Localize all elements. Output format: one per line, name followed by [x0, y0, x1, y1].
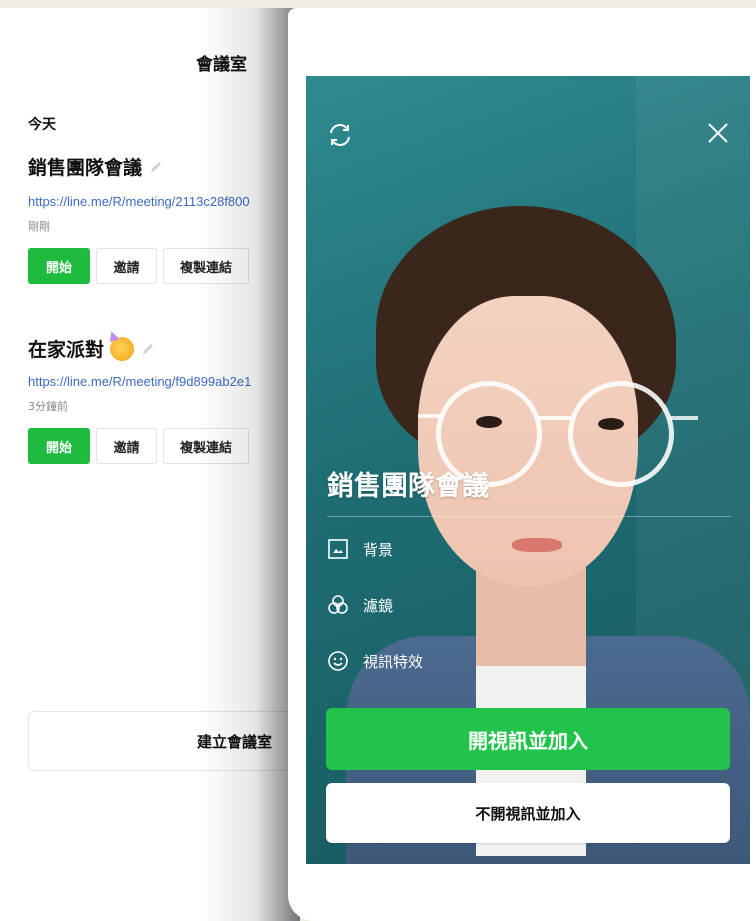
filter-icon — [328, 595, 348, 614]
meeting-actions: 開始 邀請 複製連結 — [28, 248, 249, 284]
meeting-actions: 開始 邀請 複製連結 — [28, 428, 249, 464]
image-icon — [328, 539, 348, 559]
video-effect-option[interactable]: 視訊特效 — [327, 650, 423, 672]
glasses-effect-temple — [418, 414, 440, 418]
invite-button[interactable]: 邀請 — [96, 248, 157, 284]
close-icon[interactable] — [706, 121, 730, 145]
edit-pencil-icon[interactable] — [148, 159, 164, 175]
page-title: 會議室 — [196, 55, 247, 75]
glasses-effect-lens — [568, 381, 674, 487]
glasses-effect-temple — [670, 416, 698, 420]
create-meeting-room-button[interactable]: 建立會議室 — [28, 711, 298, 771]
switch-camera-icon[interactable] — [326, 121, 354, 149]
join-with-video-button[interactable]: 開視訊並加入 — [326, 708, 730, 770]
option-label: 背景 — [363, 540, 394, 559]
start-button[interactable]: 開始 — [28, 248, 90, 284]
option-label: 濾鏡 — [363, 596, 394, 615]
meeting-link[interactable]: https://line.me/R/meeting/f9d899ab2e1 — [28, 374, 290, 389]
meeting-item-title: 銷售團隊會議 — [28, 153, 164, 180]
meeting-list-panel — [0, 8, 300, 921]
copy-link-button[interactable]: 複製連結 — [163, 428, 249, 464]
meeting-link[interactable]: https://line.me/R/meeting/2113c28f800 — [28, 194, 290, 209]
preview-meeting-name: 銷售團隊會議 — [327, 471, 489, 502]
edit-pencil-icon[interactable] — [140, 341, 156, 357]
meeting-name: 在家派對 — [28, 339, 105, 361]
meeting-timestamp: 剛剛 — [28, 220, 50, 233]
invite-button[interactable]: 邀請 — [96, 428, 157, 464]
section-header-today: 今天 — [28, 117, 56, 133]
party-face-emoji-icon — [110, 336, 135, 361]
person-mouth — [512, 538, 562, 552]
join-without-video-button[interactable]: 不開視訊並加入 — [326, 783, 730, 843]
meeting-timestamp: 3分鐘前 — [28, 400, 68, 413]
option-label: 視訊特效 — [363, 652, 424, 671]
meeting-item-title: 在家派對 — [28, 335, 156, 362]
glasses-effect-bridge — [538, 416, 572, 420]
smiley-effect-icon — [328, 651, 348, 671]
divider — [327, 516, 731, 517]
copy-link-button[interactable]: 複製連結 — [163, 248, 249, 284]
background-option[interactable]: 背景 — [327, 538, 393, 560]
filter-option[interactable]: 濾鏡 — [327, 594, 393, 616]
meeting-name: 銷售團隊會議 — [28, 157, 143, 179]
start-button[interactable]: 開始 — [28, 428, 90, 464]
